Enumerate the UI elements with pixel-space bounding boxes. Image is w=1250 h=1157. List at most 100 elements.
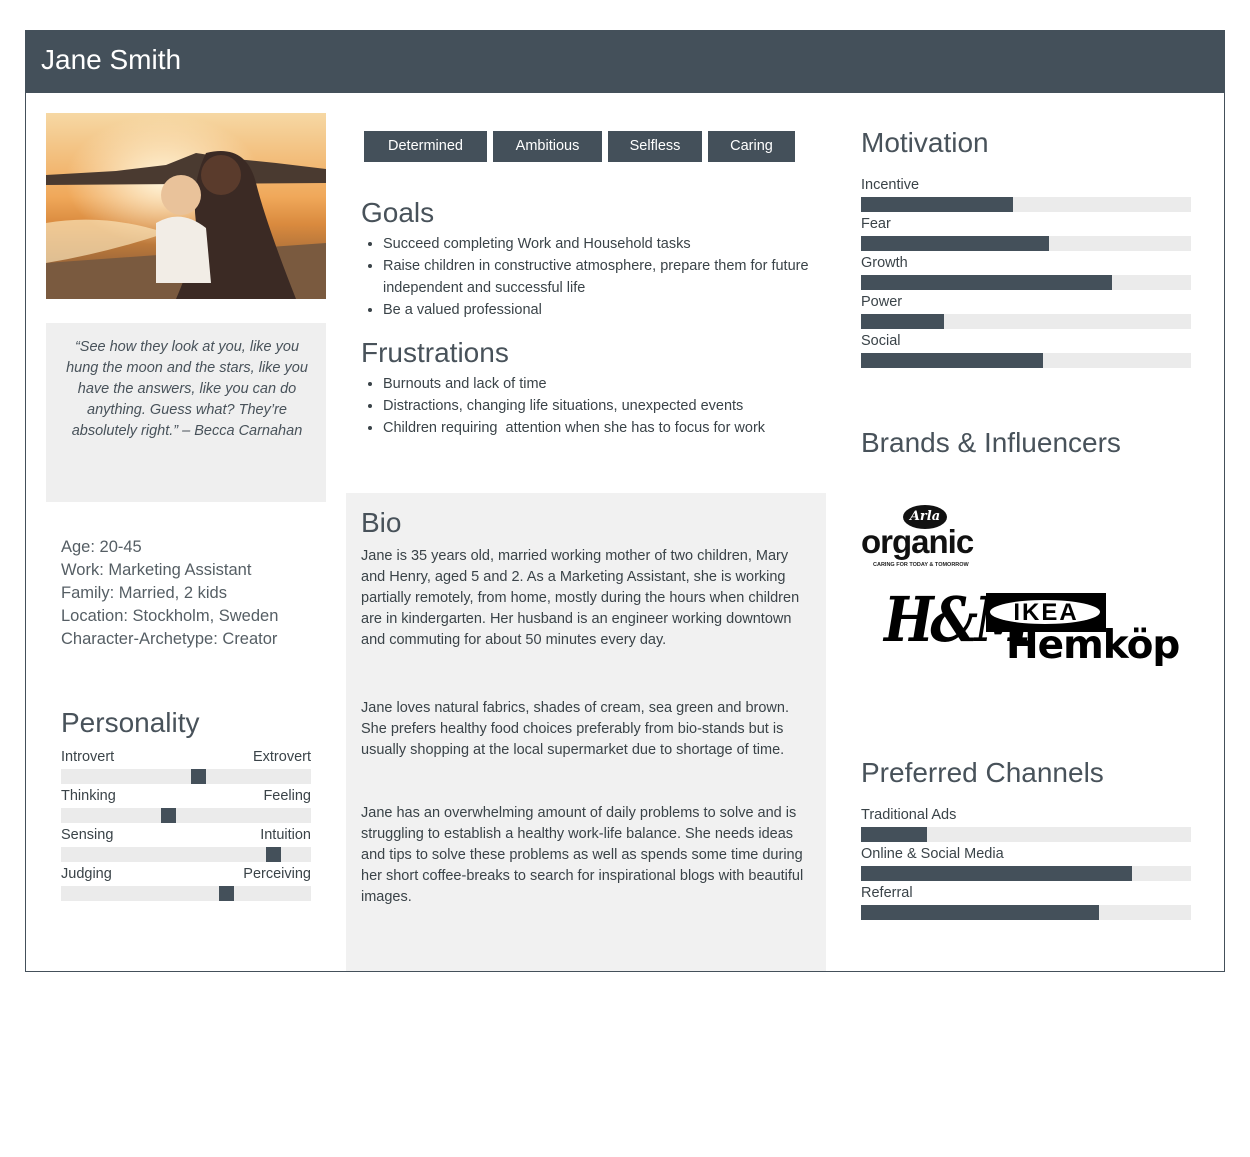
trait-left: Thinking [61, 788, 116, 804]
motivation-label: Social [861, 333, 901, 349]
quote-box: “See how they look at you, like you hung… [46, 323, 326, 502]
persona-photo [46, 113, 326, 299]
personality-title: Personality [61, 707, 200, 738]
channel-track [861, 827, 1191, 842]
bio-title: Bio [361, 507, 402, 538]
demographic-work: Work: Marketing Assistant [61, 561, 252, 579]
brands-title: Brands & Influencers [861, 427, 1121, 458]
motivation-row: Power [861, 294, 1191, 333]
trait-tags: Determined Ambitious Selfless Caring [364, 131, 795, 162]
demographics: Age: 20-45 Work: Marketing Assistant Fam… [61, 536, 278, 651]
channel-track [861, 866, 1191, 881]
trait-marker [266, 847, 281, 862]
motivation-track [861, 197, 1191, 212]
arla-text: Arla [909, 509, 941, 524]
motivation-fill [861, 275, 1112, 290]
motivation-row: Incentive [861, 177, 1191, 216]
motivation-label: Fear [861, 216, 891, 232]
trait-track [61, 769, 311, 784]
channel-label: Traditional Ads [861, 807, 957, 823]
goals-title: Goals [361, 197, 435, 228]
motivation-fill [861, 236, 1050, 251]
motivation-label: Incentive [861, 177, 920, 193]
goal-item: Raise children in constructive atmospher… [383, 255, 811, 299]
motivation-row: Growth [861, 255, 1191, 294]
demographic-age: Age: 20-45 [61, 538, 142, 556]
channel-track [861, 905, 1191, 920]
channel-label: Referral [861, 885, 913, 901]
motivation-label: Power [861, 294, 903, 310]
persona-header: Jane Smith [26, 31, 1224, 93]
trait-marker [219, 886, 234, 901]
trait-left: Introvert [61, 749, 115, 765]
trait-marker [161, 808, 176, 823]
trait-right: Feeling [263, 788, 311, 804]
channel-label: Online & Social Media [861, 846, 1004, 862]
trait-track [61, 847, 311, 862]
tag-ambitious: Ambitious [493, 131, 602, 162]
trait-right: Extrovert [252, 749, 311, 765]
bio-section: Bio Jane is 35 years old, married workin… [346, 493, 826, 971]
tag-caring: Caring [708, 131, 795, 162]
demographic-location: Location: Stockholm, Sweden [61, 607, 279, 625]
channel-row: Referral [861, 885, 1191, 924]
brands-section: Brands & Influencers [861, 427, 1121, 459]
personality-row: Thinking Feeling [61, 788, 311, 827]
demographic-archetype: Character-Archetype: Creator [61, 630, 278, 648]
motivation-track [861, 314, 1191, 329]
hemkop-logo: Hemköp [1006, 623, 1180, 668]
goals-list: Succeed completing Work and Household ta… [361, 233, 811, 321]
arla-organic-logo: Arla organic CARING FOR TODAY & TOMORROW [861, 501, 1011, 581]
channel-row: Online & Social Media [861, 846, 1191, 885]
channels-title: Preferred Channels [861, 757, 1104, 788]
channel-row: Traditional Ads [861, 807, 1191, 846]
goal-item: Be a valued professional [383, 299, 811, 321]
channels-section: Preferred Channels Traditional Ads Onlin… [861, 757, 1191, 924]
motivation-row: Social [861, 333, 1191, 372]
trait-track [61, 886, 311, 901]
personality-row: Sensing Intuition [61, 827, 311, 866]
tag-selfless: Selfless [608, 131, 702, 162]
channel-fill [861, 827, 927, 842]
motivation-track [861, 353, 1191, 368]
bio-paragraph: Jane is 35 years old, married working mo… [361, 548, 800, 648]
goal-item: Succeed completing Work and Household ta… [383, 233, 811, 255]
motivation-section: Motivation Incentive Fear Growth Power S… [861, 127, 1191, 372]
tag-determined: Determined [364, 131, 487, 162]
bio-paragraph: Jane loves natural fabrics, shades of cr… [361, 700, 789, 758]
arla-tagline: CARING FOR TODAY & TOMORROW [873, 562, 969, 568]
frustration-item: Children requiring attention when she ha… [383, 417, 821, 439]
personality-row: Judging Perceiving [61, 866, 311, 905]
demographic-family: Family: Married, 2 kids [61, 584, 227, 602]
personality-section: Personality Introvert Extrovert Thinking… [61, 707, 311, 905]
frustrations-list: Burnouts and lack of time Distractions, … [361, 373, 821, 439]
photo-image [46, 113, 326, 299]
persona-name: Jane Smith [41, 44, 182, 75]
trait-left: Judging [61, 866, 112, 882]
motivation-track [861, 275, 1191, 290]
trait-track [61, 808, 311, 823]
motivation-fill [861, 314, 944, 329]
motivation-label: Growth [861, 255, 908, 271]
trait-right: Intuition [260, 827, 311, 843]
frustrations-section: Frustrations Burnouts and lack of time D… [361, 337, 821, 439]
frustrations-title: Frustrations [361, 337, 509, 368]
motivation-row: Fear [861, 216, 1191, 255]
trait-right: Perceiving [243, 866, 311, 882]
trait-left: Sensing [61, 827, 114, 843]
persona-quote: “See how they look at you, like you hung… [66, 339, 308, 439]
bio-paragraph: Jane has an overwhelming amount of daily… [361, 805, 804, 905]
organic-text: organic [861, 523, 974, 560]
motivation-fill [861, 197, 1013, 212]
motivation-title: Motivation [861, 127, 989, 158]
frustration-item: Burnouts and lack of time [383, 373, 821, 395]
trait-marker [191, 769, 206, 784]
personality-row: Introvert Extrovert [61, 749, 311, 788]
motivation-fill [861, 353, 1043, 368]
persona-card: Jane Smith “See how they look at you, li… [25, 30, 1225, 972]
goals-section: Goals Succeed completing Work and Househ… [361, 197, 811, 321]
channel-fill [861, 905, 1099, 920]
channel-fill [861, 866, 1132, 881]
frustration-item: Distractions, changing life situations, … [383, 395, 821, 417]
motivation-track [861, 236, 1191, 251]
